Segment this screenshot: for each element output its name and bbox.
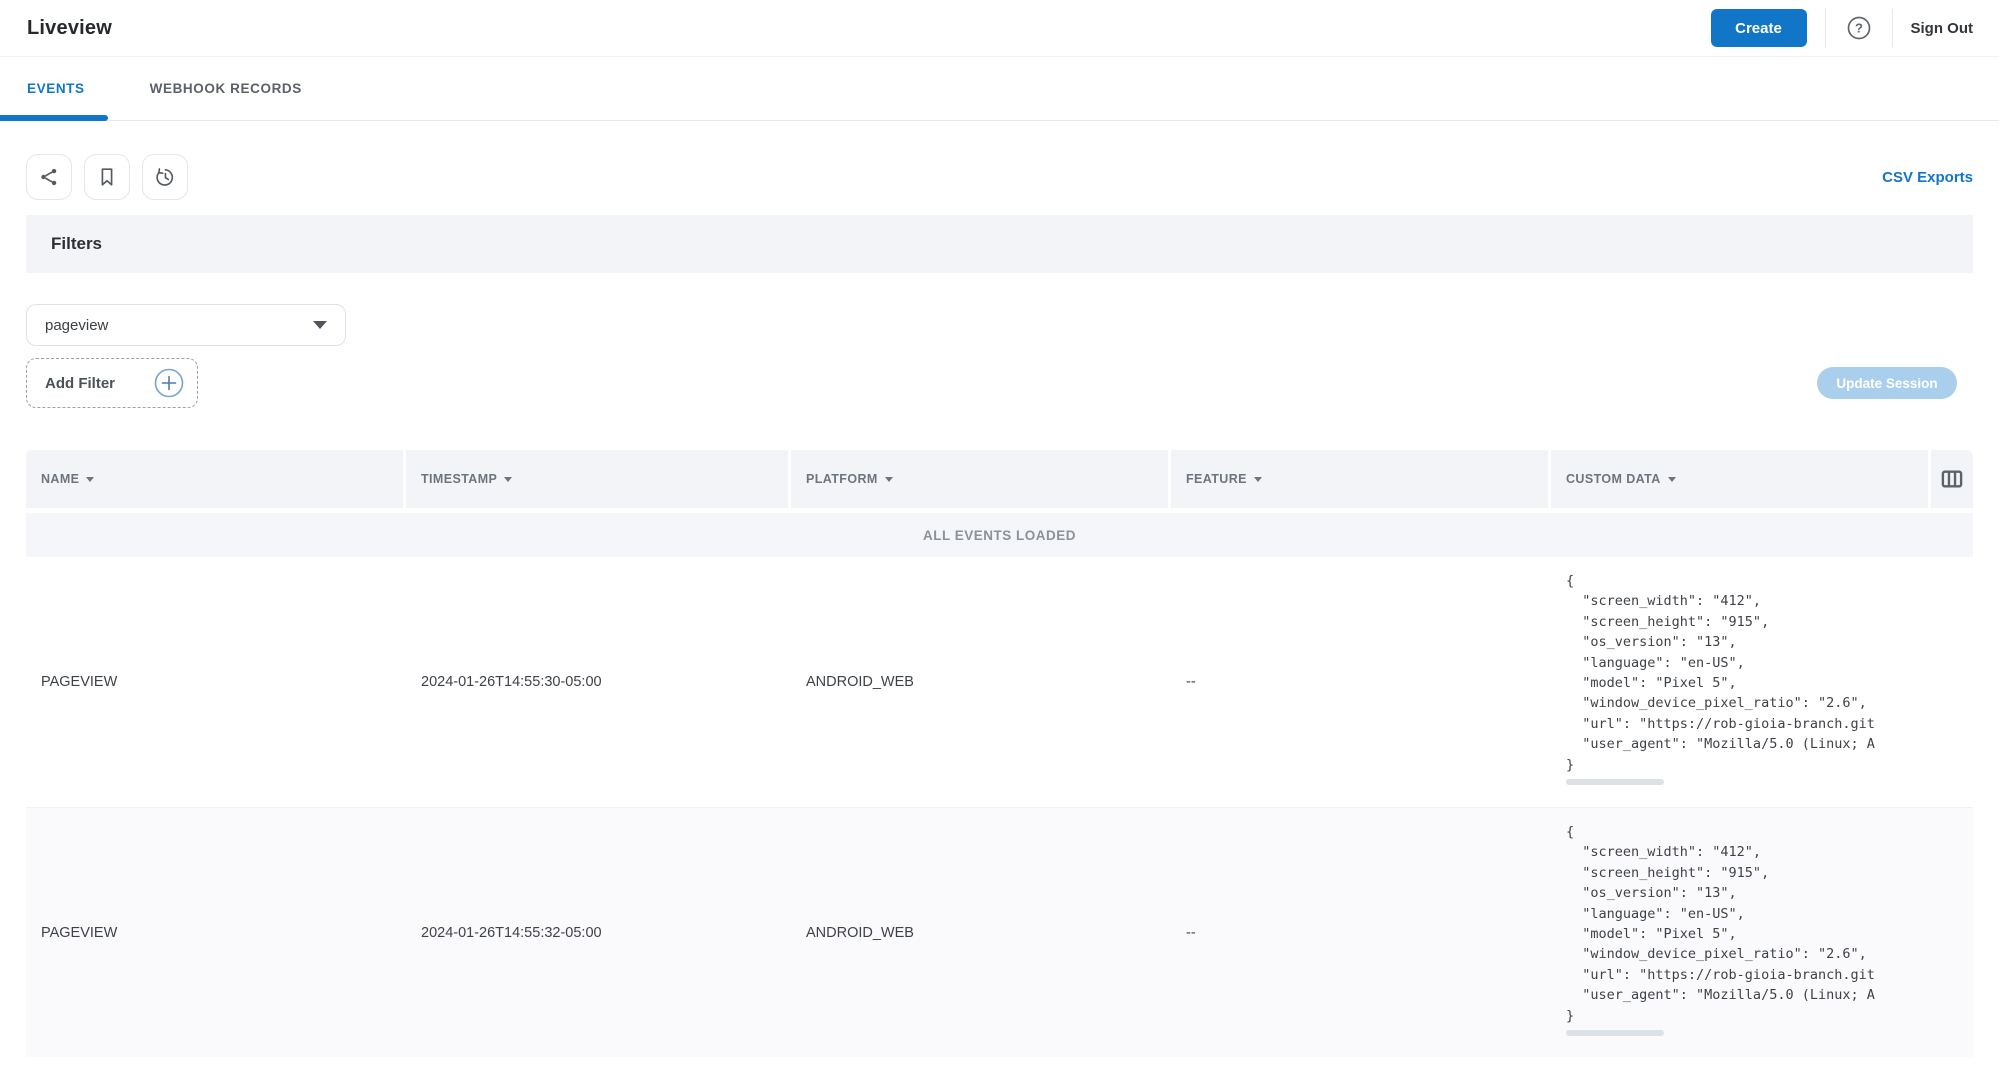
event-type-select[interactable]: pageview	[26, 304, 346, 346]
chevron-down-icon	[313, 321, 327, 329]
table-row[interactable]: PAGEVIEW 2024-01-26T14:55:32-05:00 ANDRO…	[26, 807, 1973, 1057]
event-type-selected-value: pageview	[45, 317, 108, 334]
update-session-button[interactable]: Update Session	[1817, 367, 1957, 399]
svg-text:?: ?	[1855, 21, 1863, 36]
column-header-timestamp[interactable]: TIMESTAMP	[406, 450, 788, 508]
app-header: Liveview Create ? Sign Out	[0, 0, 1999, 57]
share-button[interactable]	[26, 154, 72, 200]
tab-webhook-records[interactable]: WEBHOOK RECORDS	[150, 81, 302, 96]
active-tab-indicator	[0, 115, 108, 121]
divider	[1825, 9, 1826, 47]
bookmark-icon	[96, 166, 118, 188]
cell-custom-data: { "screen_width": "412", "screen_height"…	[1551, 557, 1931, 807]
main-content: CSV Exports Filters pageview Add Filter …	[0, 154, 1999, 1057]
column-header-name[interactable]: NAME	[26, 450, 403, 508]
bookmark-button[interactable]	[84, 154, 130, 200]
cell-name: PAGEVIEW	[26, 557, 406, 807]
page-title: Liveview	[27, 17, 112, 40]
divider	[1892, 9, 1893, 47]
cell-platform: ANDROID_WEB	[791, 808, 1171, 1057]
column-header-platform[interactable]: PLATFORM	[791, 450, 1168, 508]
custom-data-scrollbar[interactable]	[1566, 1030, 1664, 1036]
filters-title: Filters	[51, 234, 102, 254]
columns-icon	[1939, 466, 1965, 492]
sort-caret-icon	[504, 477, 512, 482]
sort-caret-icon	[1668, 477, 1676, 482]
events-table: NAME TIMESTAMP PLATFORM FEATURE CUSTOM D…	[26, 450, 1973, 1057]
custom-data-json: { "screen_width": "412", "screen_height"…	[1566, 571, 1931, 775]
column-header-feature[interactable]: FEATURE	[1171, 450, 1548, 508]
cell-spacer	[1931, 557, 1973, 807]
sort-caret-icon	[86, 477, 94, 482]
plus-circle-icon	[153, 367, 185, 399]
column-header-custom-data[interactable]: CUSTOM DATA	[1551, 450, 1928, 508]
table-header-row: NAME TIMESTAMP PLATFORM FEATURE CUSTOM D…	[26, 450, 1973, 508]
add-filter-label: Add Filter	[45, 375, 115, 392]
create-button[interactable]: Create	[1711, 9, 1807, 47]
cell-timestamp: 2024-01-26T14:55:32-05:00	[406, 808, 791, 1057]
filter-actions-row: Add Filter Update Session	[26, 358, 1973, 408]
sort-caret-icon	[1254, 477, 1262, 482]
sort-caret-icon	[885, 477, 893, 482]
csv-exports-link[interactable]: CSV Exports	[1882, 169, 1973, 186]
cell-platform: ANDROID_WEB	[791, 557, 1171, 807]
cell-timestamp: 2024-01-26T14:55:30-05:00	[406, 557, 791, 807]
filters-header: Filters	[26, 215, 1973, 273]
toolbar: CSV Exports	[26, 154, 1973, 200]
add-filter-button[interactable]: Add Filter	[26, 358, 198, 408]
cell-feature: --	[1171, 808, 1551, 1057]
cell-spacer	[1931, 808, 1973, 1057]
custom-data-scrollbar[interactable]	[1566, 779, 1664, 785]
header-actions: Create ? Sign Out	[1711, 9, 1974, 47]
table-row[interactable]: PAGEVIEW 2024-01-26T14:55:30-05:00 ANDRO…	[26, 557, 1973, 807]
cell-name: PAGEVIEW	[26, 808, 406, 1057]
share-icon	[38, 166, 60, 188]
help-button[interactable]: ?	[1844, 13, 1874, 43]
cell-feature: --	[1171, 557, 1551, 807]
help-icon: ?	[1846, 15, 1872, 41]
tab-events[interactable]: EVENTS	[27, 81, 85, 96]
column-settings-button[interactable]	[1931, 450, 1973, 508]
tab-bar: EVENTS WEBHOOK RECORDS	[0, 57, 1999, 121]
cell-custom-data: { "screen_width": "412", "screen_height"…	[1551, 808, 1931, 1057]
history-icon	[154, 166, 176, 188]
sign-out-link[interactable]: Sign Out	[1911, 20, 1974, 37]
history-button[interactable]	[142, 154, 188, 200]
custom-data-json: { "screen_width": "412", "screen_height"…	[1566, 822, 1931, 1026]
status-banner: ALL EVENTS LOADED	[26, 513, 1973, 557]
